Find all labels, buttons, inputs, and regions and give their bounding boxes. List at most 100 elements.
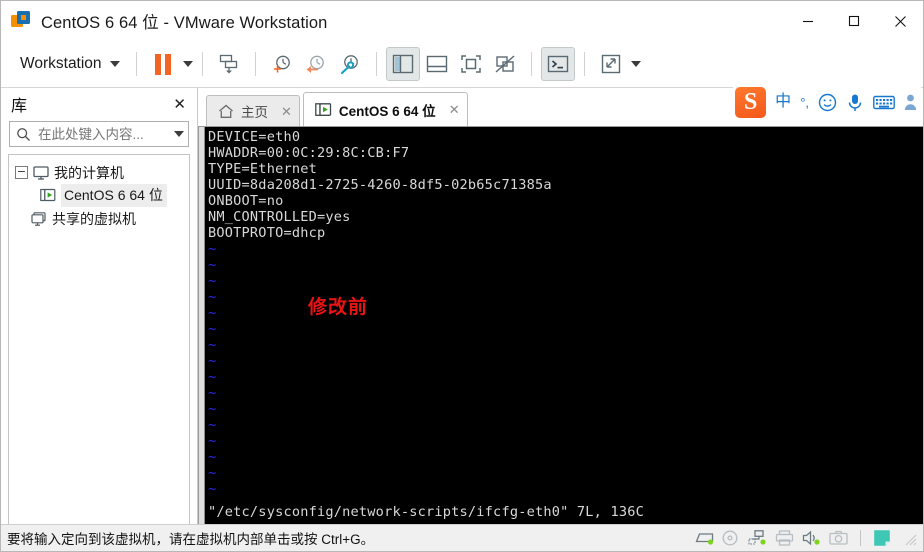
- window-controls: [785, 1, 923, 41]
- terminal-line: TYPE=Ethernet: [208, 161, 317, 177]
- fullscreen-button[interactable]: [454, 47, 488, 81]
- unity-icon: [495, 55, 515, 73]
- terminal-empty-line: ~: [208, 449, 217, 465]
- ime-voice-input-button[interactable]: [846, 93, 864, 112]
- sidebar-item-label: 我的计算机: [54, 164, 124, 181]
- library-search-box[interactable]: [9, 121, 189, 147]
- revert-snapshot-button[interactable]: [299, 47, 333, 81]
- terminal-empty-line: ~: [208, 241, 217, 257]
- annotation-label: 修改前: [308, 296, 369, 318]
- terminal-empty-line: ~: [208, 369, 217, 385]
- terminal-line: HWADDR=00:0C:29:8C:CB:F7: [208, 145, 410, 161]
- terminal-line: DEVICE=eth0: [208, 129, 301, 145]
- stretch-view-button[interactable]: [594, 47, 628, 81]
- tab-bar: 主页 ✕ CentOS 6 64 位 ✕ S 中 °,: [198, 82, 923, 126]
- status-bar: 要将输入定向到该虚拟机，请在虚拟机内部单击或按 Ctrl+G。: [1, 524, 923, 551]
- workstation-menu-label: Workstation: [20, 55, 102, 72]
- terminal-empty-lines: ~ ~ ~ ~ ~ ~ ~ ~ ~ ~ ~ ~ ~ ~ ~ ~: [208, 241, 923, 497]
- vm-pane: 主页 ✕ CentOS 6 64 位 ✕ S 中 °, DEVICE=eth0 …: [198, 82, 923, 524]
- search-input[interactable]: [36, 125, 170, 143]
- terminal-empty-line: ~: [208, 481, 217, 497]
- terminal-content: DEVICE=eth0 HWADDR=00:0C:29:8C:CB:F7 TYP…: [208, 129, 923, 524]
- sidebar-item-shared-vms[interactable]: 共享的虚拟机: [9, 207, 189, 230]
- pause-icon: [154, 53, 171, 75]
- toolbar-divider: [375, 52, 377, 76]
- sidebar-item-label: 共享的虚拟机: [52, 210, 136, 227]
- sidebar-item-centos-vm[interactable]: CentOS 6 64 位: [9, 184, 189, 207]
- cd-dvd-status-icon[interactable]: [722, 530, 740, 546]
- network-adapter-status-icon[interactable]: [748, 530, 767, 546]
- minimize-icon[interactable]: [785, 1, 831, 41]
- expand-arrows-icon: [601, 54, 620, 74]
- tab-close-icon[interactable]: ✕: [281, 105, 292, 118]
- tab-label: 主页: [241, 105, 268, 120]
- terminal-empty-line: ~: [208, 353, 217, 369]
- show-thumbnail-bar-button[interactable]: [420, 47, 454, 81]
- vmware-workstation-window: CentOS 6 64 位 - VMware Workstation Works…: [0, 0, 924, 552]
- sogou-ime-toolbar: S 中 °,: [733, 82, 921, 122]
- vm-console-screen[interactable]: DEVICE=eth0 HWADDR=00:0C:29:8C:CB:F7 TYP…: [205, 127, 923, 524]
- power-dropdown-button[interactable]: [182, 61, 193, 67]
- manage-vm-button[interactable]: [212, 47, 246, 81]
- show-library-button[interactable]: [385, 47, 420, 81]
- terminal-line: ONBOOT=no: [208, 193, 284, 209]
- unity-mode-button[interactable]: [488, 47, 522, 81]
- main-body: 库 ✕ 我的计算机: [1, 82, 923, 524]
- ime-punctuation-toggle[interactable]: °,: [800, 96, 809, 109]
- vm-running-icon: [40, 188, 56, 202]
- title-bar: CentOS 6 64 位 - VMware Workstation: [1, 1, 923, 41]
- toolbar-divider: [135, 52, 137, 76]
- stretch-dropdown-button[interactable]: [630, 61, 641, 67]
- ime-user-menu-button[interactable]: [904, 93, 917, 112]
- camera-status-icon[interactable]: [829, 530, 848, 546]
- message-log-status-icon[interactable]: [873, 529, 891, 547]
- hard-disk-status-icon[interactable]: [695, 530, 714, 546]
- take-snapshot-button[interactable]: [265, 47, 299, 81]
- terminal-empty-line: ~: [208, 401, 217, 417]
- library-tree: 我的计算机 CentOS 6 64 位 共享的虚拟机: [8, 154, 190, 524]
- vm-running-icon: [315, 102, 332, 116]
- resize-grip-icon[interactable]: [901, 530, 917, 546]
- expander-icon[interactable]: [15, 166, 28, 179]
- terminal-icon: [547, 55, 568, 73]
- snapshot-manager-icon: [340, 55, 358, 75]
- library-header: 库 ✕: [1, 88, 197, 120]
- shared-vm-icon: [31, 211, 46, 226]
- tab-centos-vm[interactable]: CentOS 6 64 位 ✕: [302, 92, 468, 126]
- library-close-icon[interactable]: ✕: [170, 97, 189, 112]
- device-status-icons: [695, 529, 923, 547]
- tab-home[interactable]: 主页 ✕: [206, 95, 300, 126]
- vm-settings-icon: [219, 54, 237, 74]
- ime-mode-chinese[interactable]: 中: [775, 94, 791, 110]
- terminal-line: NM_CONTROLLED=yes: [208, 209, 351, 225]
- tab-close-icon[interactable]: ✕: [449, 103, 460, 116]
- vm-console-container: DEVICE=eth0 HWADDR=00:0C:29:8C:CB:F7 TYP…: [198, 126, 923, 524]
- panel-left-icon: [392, 54, 413, 74]
- snapshot-add-icon: [273, 55, 290, 73]
- toolbar-divider: [254, 52, 256, 76]
- sidebar-item-my-computer[interactable]: 我的计算机: [9, 161, 189, 184]
- terminal-empty-line: ~: [208, 433, 217, 449]
- vmware-logo-icon: [10, 10, 32, 32]
- sogou-logo-icon[interactable]: S: [735, 86, 767, 118]
- toolbar-divider: [583, 52, 585, 76]
- snapshot-manager-button[interactable]: [333, 47, 367, 81]
- snapshot-revert-icon: [306, 55, 324, 73]
- terminal-line: BOOTPROTO=dhcp: [208, 225, 326, 241]
- status-message: 要将输入定向到该虚拟机，请在虚拟机内部单击或按 Ctrl+G。: [7, 532, 375, 547]
- pause-vm-button[interactable]: [146, 47, 180, 81]
- ime-soft-keyboard-button[interactable]: [873, 94, 895, 111]
- console-view-button[interactable]: [540, 47, 575, 81]
- terminal-empty-line: ~: [208, 337, 217, 353]
- terminal-empty-line: ~: [208, 273, 217, 289]
- printer-status-icon[interactable]: [775, 530, 794, 546]
- fullscreen-icon: [460, 55, 481, 73]
- maximize-icon[interactable]: [831, 1, 877, 41]
- computer-icon: [33, 165, 49, 180]
- close-icon[interactable]: [877, 1, 923, 41]
- ime-emoji-button[interactable]: [818, 93, 837, 112]
- status-divider: [860, 530, 861, 546]
- sound-card-status-icon[interactable]: [802, 530, 821, 546]
- chevron-down-icon[interactable]: [174, 131, 184, 137]
- workstation-menu-button[interactable]: Workstation: [11, 50, 127, 78]
